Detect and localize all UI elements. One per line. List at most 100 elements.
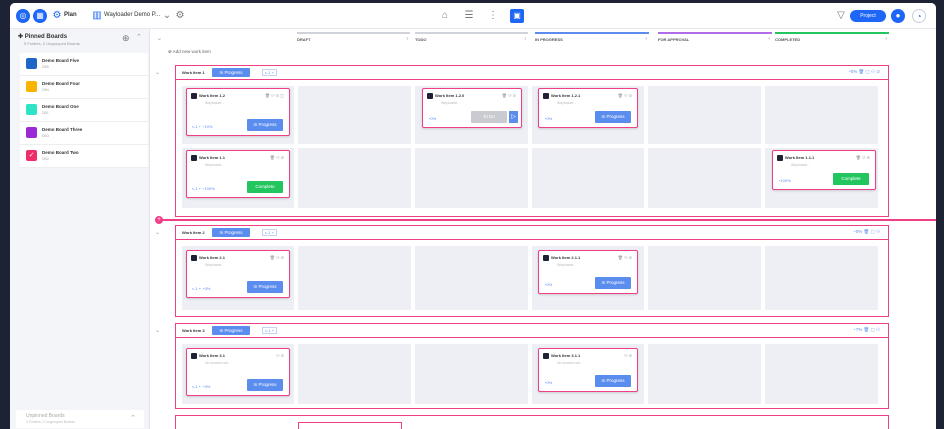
swimlane-header[interactable]: Work Item 1 In Progress ⤷ 1 + ◔0% 🗑 ▢ ⚇ … <box>176 66 888 80</box>
work-item-card[interactable] <box>298 422 402 429</box>
work-item-card[interactable]: Work Item 2.1.1 🗑 ⚇ ⊙ Wayloader... ◔0% I… <box>538 250 638 294</box>
subitem-count-value: 1 <box>268 328 271 333</box>
card-actions[interactable]: 🗑 ⚇ ⊙ <box>270 255 284 260</box>
card-status-badge[interactable]: In Progress <box>595 111 631 123</box>
work-item-card[interactable]: Work Item 1.2.0 🗑 ⚇ ⊙ Wayloader... ◔0% T… <box>422 88 522 128</box>
app-window: ◎ ▦ ⚙ Plan ▥ Wayloader Demo P... ⌄ ⚙ ⌂ ☰… <box>10 3 936 429</box>
board-cell <box>648 86 761 144</box>
project-selector[interactable]: Wayloader Demo P... <box>104 12 160 18</box>
swimlane-header[interactable]: Work Item 2 In Progress ⤷ 1 + ◔0% 🗑 ▢ ⚇ <box>176 226 888 240</box>
status-badge[interactable]: In Progress <box>212 326 250 335</box>
chevron-left-icon[interactable]: ‹ <box>524 36 526 42</box>
work-item-card[interactable]: Work Item 3.1.1 ⚇ ⊙ No location set... ◔… <box>538 348 638 392</box>
check-icon: ✓ <box>26 150 37 161</box>
card-actions[interactable]: 🗑 ⚇ ⊙ <box>618 255 632 260</box>
board-cell <box>765 246 878 310</box>
card-actions[interactable]: ⚇ ⊙ <box>624 353 632 358</box>
board-area: ⌄ ⊕ Add new work item DRAFT ‹ TODO ‹ IN PR… <box>151 29 936 429</box>
add-icon[interactable]: + <box>155 216 163 224</box>
user-avatar[interactable]: ◔ <box>912 9 926 23</box>
work-item-card[interactable]: Work Item 1.2.1 🗑 ⚇ ⊙ Wayloader... ◔0% I… <box>538 88 638 128</box>
chevron-left-icon[interactable]: ‹ <box>406 36 408 42</box>
sidebar-item-board-one[interactable]: Demo Board One DB1 <box>20 99 148 122</box>
home-icon[interactable]: ⌂ <box>438 9 452 23</box>
card-status-badge[interactable]: Complete <box>833 173 869 185</box>
swimlane-actions[interactable]: ◔0% 🗑 ▢ ⚇ ⊙ <box>848 69 880 75</box>
chevron-up-icon[interactable]: ⌃ <box>130 414 136 422</box>
project-button[interactable]: Project <box>850 10 886 22</box>
card-status-badge[interactable]: In Progress <box>247 281 283 293</box>
chevron-left-icon[interactable]: ‹ <box>885 36 887 42</box>
plan-label[interactable]: Plan <box>64 12 77 18</box>
card-actions[interactable]: 🗑 ⚇ ⊙ <box>502 93 516 98</box>
unpinned-boards-subtitle: 0 Folders, 0 Ungrouped Boards <box>26 420 75 424</box>
status-badge[interactable]: In Progress <box>212 228 250 237</box>
column-header-completed[interactable]: COMPLETED ‹ <box>775 32 889 47</box>
chevron-left-icon[interactable]: ‹ <box>768 36 770 42</box>
subitem-count[interactable]: ⤷ 1 + <box>262 229 278 236</box>
board-code: DB3 <box>42 134 49 138</box>
work-item-card[interactable]: Work Item 1.1 🗑 ⚇ ⊙ Wayloader... ⤷ 1 + ◔… <box>186 150 290 198</box>
add-board-icon[interactable]: ⊕ <box>122 33 130 44</box>
top-bar: ◎ ▦ ⚙ Plan ▥ Wayloader Demo P... ⌄ ⚙ ⌂ ☰… <box>10 3 936 29</box>
subitem-count-value: 1 <box>268 70 271 75</box>
grid-icon[interactable]: ▦ <box>33 9 47 23</box>
column-header-draft[interactable]: DRAFT ‹ <box>297 32 410 47</box>
chevron-left-icon[interactable]: ‹ <box>645 36 647 42</box>
tree-icon[interactable]: ⋮ <box>486 9 500 23</box>
filter-icon[interactable]: ▽ <box>834 9 848 23</box>
column-header-for-approval[interactable]: FOR APPROVAL ‹ <box>658 32 772 47</box>
board-cell <box>415 246 528 310</box>
swimlane-actions[interactable]: ◔0% 🗑 ▢ ⚇ <box>853 229 880 235</box>
sidebar-item-board-four[interactable]: Demo Board Four DB4 <box>20 76 148 99</box>
chevron-down-icon[interactable]: ⌄ <box>160 9 174 23</box>
card-status-badge[interactable]: Complete <box>247 181 283 193</box>
sidebar-item-board-three[interactable]: Demo Board Three DB3 <box>20 122 148 145</box>
card-actions[interactable]: 🗑 ⚇ ⊙ <box>270 155 284 160</box>
board-list: Demo Board Five DB5 Demo Board Four DB4 … <box>20 53 148 168</box>
card-logo <box>191 155 197 161</box>
add-work-item-button[interactable]: ⊕ Add new work item <box>168 49 211 55</box>
board-cell <box>415 148 528 208</box>
notification-icon[interactable]: ● <box>891 9 905 23</box>
settings-icon[interactable]: ⚙ <box>173 9 187 23</box>
subitem-count[interactable]: ⤷ 1 + <box>262 69 278 76</box>
play-icon[interactable]: ▷ <box>509 111 518 123</box>
chevron-down-icon[interactable]: ⌄ <box>155 327 160 334</box>
board-code: DB2 <box>42 157 49 161</box>
column-header-in-progress[interactable]: IN PROGRESS ‹ <box>535 32 649 47</box>
board-cell <box>765 344 878 404</box>
card-status-badge[interactable]: In Progress <box>247 379 283 391</box>
card-location: Wayloader... <box>557 101 577 105</box>
swimlane-header[interactable]: Work Item 3 In Progress ⤷ 1 + ◔7% 🗑 ▢ ⚇ <box>176 324 888 338</box>
collapse-sidebar-icon[interactable]: ⌃ <box>136 33 142 41</box>
card-actions[interactable]: ⚇ ⊙ <box>276 353 284 358</box>
swimlane-work-item-3: Work Item 3 In Progress ⤷ 1 + ◔7% 🗑 ▢ ⚇ … <box>175 323 889 409</box>
subitem-count-value: 1 <box>268 230 271 235</box>
chevron-down-icon[interactable]: ⌄ <box>155 69 160 76</box>
unpinned-boards[interactable]: Unpinned Boards 0 Folders, 0 Ungrouped B… <box>16 410 144 428</box>
work-item-card[interactable]: Work Item 1.2 🗑 ⚇ ⊙ ▢ Wayloader... ⤷ 1 +… <box>186 88 290 136</box>
card-status-badge[interactable]: To Do <box>471 111 507 123</box>
work-item-card[interactable]: Work Item 2.1 🗑 ⚇ ⊙ Wayloader... ⤷ 1 + ◔… <box>186 250 290 298</box>
sidebar-item-board-two[interactable]: ✓ Demo Board Two DB2 <box>20 145 148 168</box>
work-item-card[interactable]: Work Item 1.1.1 🗑 ⚇ ⊙ Wayloader... ◔100%… <box>772 150 876 190</box>
card-actions[interactable]: 🗑 ⚇ ⊙ <box>618 93 632 98</box>
list-icon[interactable]: ☰ <box>462 9 476 23</box>
subitem-count[interactable]: ⤷ 1 + <box>262 327 278 334</box>
card-status-badge[interactable]: In Progress <box>247 119 283 131</box>
card-actions[interactable]: 🗑 ⚇ ⊙ ▢ <box>265 93 284 98</box>
status-badge[interactable]: In Progress <box>212 68 250 77</box>
collapse-all-icon[interactable]: ⌄ <box>157 35 162 42</box>
card-actions[interactable]: 🗑 ⚇ ⊙ <box>856 155 870 160</box>
board-icon[interactable]: ▣ <box>510 9 524 23</box>
swimlane-progress: 0% <box>855 229 863 234</box>
work-item-card[interactable]: Work Item 3.1 ⚇ ⊙ No location set... ⤷ 1… <box>186 348 290 396</box>
card-status-badge[interactable]: In Progress <box>595 375 631 387</box>
sidebar-item-board-five[interactable]: Demo Board Five DB5 <box>20 53 148 76</box>
swimlane-actions[interactable]: ◔7% 🗑 ▢ ⚇ <box>853 327 880 333</box>
chevron-down-icon[interactable]: ⌄ <box>155 229 160 236</box>
app-menu-icon[interactable]: ◎ <box>16 9 30 23</box>
column-header-todo[interactable]: TODO ‹ <box>415 32 528 47</box>
card-status-badge[interactable]: In Progress <box>595 277 631 289</box>
